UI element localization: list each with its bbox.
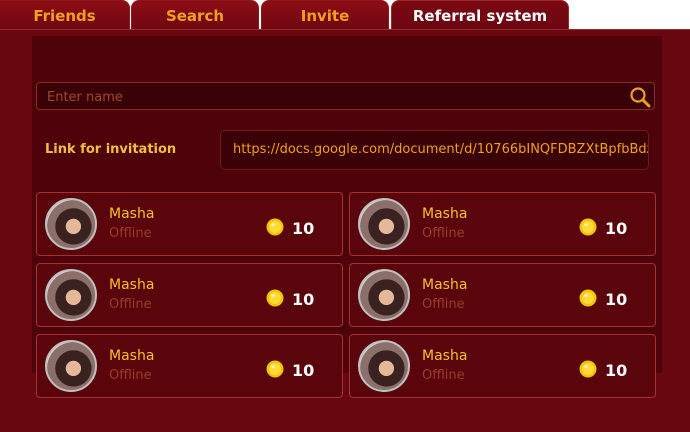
avatar — [358, 340, 410, 392]
avatar — [358, 198, 410, 250]
search-input[interactable] — [45, 83, 619, 111]
friend-name: Masha — [422, 277, 468, 293]
tab-referral-system[interactable]: Referral system — [391, 0, 569, 31]
friend-status: Offline — [422, 226, 465, 241]
friend-status: Offline — [109, 226, 152, 241]
search-icon[interactable] — [628, 85, 652, 109]
friend-card[interactable]: Masha Offline 10 — [36, 263, 343, 327]
coin-icon — [266, 289, 284, 307]
friend-status: Offline — [422, 368, 465, 383]
friend-card[interactable]: Masha Offline 10 — [349, 192, 656, 256]
coin-count: 10 — [292, 219, 315, 238]
friend-status: Offline — [109, 368, 152, 383]
tab-search[interactable]: Search — [131, 0, 259, 30]
coin-icon — [579, 218, 597, 236]
coin-count: 10 — [605, 361, 628, 380]
friend-card[interactable]: Masha Offline 10 — [349, 334, 656, 398]
invitation-link-field[interactable]: https://docs.google.com/document/d/10766… — [220, 130, 649, 170]
friend-name: Masha — [109, 206, 155, 222]
coin-icon — [266, 360, 284, 378]
referral-window: Friends Search Invite Referral system Li… — [0, 0, 690, 432]
avatar — [45, 198, 97, 250]
coin-count: 10 — [292, 290, 315, 309]
tab-bar: Friends Search Invite Referral system — [0, 0, 690, 31]
friend-status: Offline — [422, 297, 465, 312]
coin-count: 10 — [605, 219, 628, 238]
friend-name: Masha — [422, 206, 468, 222]
avatar — [45, 269, 97, 321]
coin-count: 10 — [292, 361, 315, 380]
friend-card[interactable]: Masha Offline 10 — [36, 334, 343, 398]
avatar — [45, 340, 97, 392]
avatar — [358, 269, 410, 321]
coin-icon — [579, 360, 597, 378]
friend-name: Masha — [109, 277, 155, 293]
friend-name: Masha — [109, 348, 155, 364]
tab-invite[interactable]: Invite — [261, 0, 389, 30]
friend-name: Masha — [422, 348, 468, 364]
search-box — [36, 82, 655, 111]
coin-icon — [579, 289, 597, 307]
friend-card[interactable]: Masha Offline 10 — [349, 263, 656, 327]
coin-icon — [266, 218, 284, 236]
friend-card[interactable]: Masha Offline 10 — [36, 192, 343, 256]
invitation-link-label: Link for invitation — [45, 142, 177, 157]
friend-status: Offline — [109, 297, 152, 312]
tab-friends[interactable]: Friends — [0, 0, 130, 30]
coin-count: 10 — [605, 290, 628, 309]
